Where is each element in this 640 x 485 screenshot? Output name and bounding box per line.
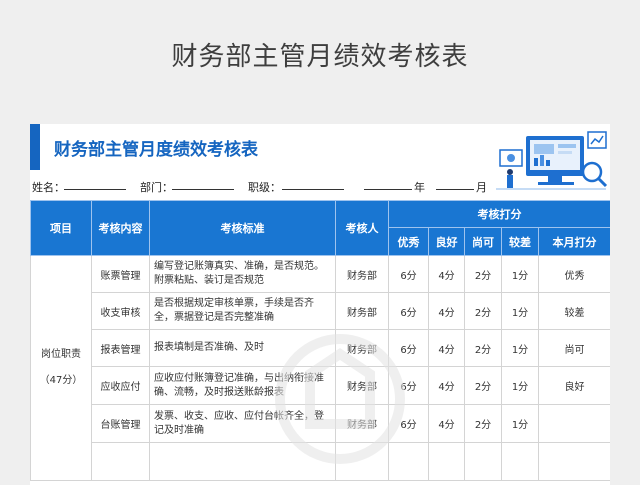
level-field[interactable] bbox=[282, 179, 344, 190]
content-cell: 应收应付 bbox=[91, 366, 150, 405]
header-standard: 考核标准 bbox=[149, 200, 336, 256]
fair-cell: 2分 bbox=[464, 255, 502, 293]
assessor-cell: 财务部 bbox=[335, 255, 389, 293]
good-cell bbox=[428, 442, 465, 481]
fair-cell: 2分 bbox=[464, 366, 502, 405]
table-row: 报表管理 报表填制是否准确、及时 财务部 6分 4分 2分 1分 尚可 bbox=[31, 329, 610, 367]
header-good: 良好 bbox=[428, 227, 465, 256]
fair-cell: 2分 bbox=[464, 292, 502, 330]
header-excellent: 优秀 bbox=[388, 227, 429, 256]
table-row: 岗位职责 （47分） 账票管理 编写登记账簿真实、准确，是否规范。附票粘贴、装订… bbox=[30, 255, 610, 481]
month-score-cell[interactable]: 尚可 bbox=[538, 329, 610, 367]
content-cell: 收支审核 bbox=[91, 292, 150, 330]
standard-cell: 是否根据规定审核单票，手续是否齐全，票据登记是否完整准确 bbox=[149, 292, 336, 330]
poor-cell: 1分 bbox=[501, 329, 539, 367]
name-field[interactable] bbox=[64, 179, 126, 190]
header-item: 项目 bbox=[30, 200, 92, 256]
header-fair: 尚可 bbox=[464, 227, 502, 256]
month-score-cell[interactable]: 较差 bbox=[538, 292, 610, 330]
excellent-cell: 6分 bbox=[388, 404, 429, 443]
content-cell bbox=[91, 442, 150, 481]
poor-cell bbox=[501, 442, 539, 481]
assessor-cell bbox=[335, 442, 389, 481]
table-row: 收支审核 是否根据规定审核单票，手续是否齐全，票据登记是否完整准确 财务部 6分… bbox=[31, 292, 610, 330]
year-label: 年 bbox=[414, 181, 425, 194]
excellent-cell bbox=[388, 442, 429, 481]
content-cell: 报表管理 bbox=[91, 329, 150, 367]
poor-cell: 1分 bbox=[501, 366, 539, 405]
year-field[interactable] bbox=[364, 179, 412, 190]
content-cell: 账票管理 bbox=[91, 255, 150, 293]
assessor-cell: 财务部 bbox=[335, 404, 389, 443]
content-cell: 台账管理 bbox=[91, 404, 150, 443]
category-points: （47分） bbox=[39, 375, 83, 386]
dept-label: 部门： bbox=[140, 181, 173, 194]
excellent-cell: 6分 bbox=[388, 255, 429, 293]
header-poor: 较差 bbox=[501, 227, 539, 256]
accent-bar bbox=[30, 124, 40, 170]
standard-cell: 发票、收支、应收、应付台帐齐全，登记及时准确 bbox=[149, 404, 336, 443]
level-label: 职级： bbox=[248, 181, 281, 194]
standard-cell: 报表填制是否准确、及时 bbox=[149, 329, 336, 367]
good-cell: 4分 bbox=[428, 329, 465, 367]
header-score: 考核打分 bbox=[388, 200, 610, 228]
header-month-score: 本月打分 bbox=[538, 227, 610, 256]
month-score-cell[interactable]: 优秀 bbox=[538, 255, 610, 293]
evaluation-table: 项目 考核内容 考核标准 考核人 考核打分 优秀 良好 尚可 较差 本月打分 岗… bbox=[30, 200, 610, 481]
good-cell: 4分 bbox=[428, 404, 465, 443]
fair-cell: 2分 bbox=[464, 329, 502, 367]
good-cell: 4分 bbox=[428, 255, 465, 293]
month-score-cell[interactable] bbox=[538, 442, 610, 481]
month-score-cell[interactable] bbox=[538, 404, 610, 443]
assessor-cell: 财务部 bbox=[335, 329, 389, 367]
excellent-cell: 6分 bbox=[388, 292, 429, 330]
page-title: 财务部主管月绩效考核表 bbox=[171, 42, 469, 72]
month-label: 月 bbox=[476, 181, 487, 194]
standard-cell: 应收应付账簿登记准确，与出纳衔接准确、流畅，及时报送账龄报表 bbox=[149, 366, 336, 405]
sheet-title: 财务部主管月度绩效考核表 bbox=[54, 140, 258, 160]
month-score-cell[interactable]: 良好 bbox=[538, 366, 610, 405]
excellent-cell: 6分 bbox=[388, 366, 429, 405]
good-cell: 4分 bbox=[428, 366, 465, 405]
assessor-cell: 财务部 bbox=[335, 366, 389, 405]
office-illustration-icon bbox=[496, 131, 608, 190]
month-field[interactable] bbox=[436, 179, 474, 190]
poor-cell: 1分 bbox=[501, 404, 539, 443]
category-name: 岗位职责 bbox=[41, 349, 81, 360]
employee-info-row: 姓名： 部门： 职级： 年 月 bbox=[30, 179, 490, 195]
name-label: 姓名： bbox=[32, 181, 65, 194]
table-row bbox=[31, 442, 610, 481]
assessor-cell: 财务部 bbox=[335, 292, 389, 330]
fair-cell: 2分 bbox=[464, 404, 502, 443]
poor-cell: 1分 bbox=[501, 255, 539, 293]
table-row: 应收应付 应收应付账簿登记准确，与出纳衔接准确、流畅，及时报送账龄报表 财务部 … bbox=[31, 366, 610, 405]
header-content: 考核内容 bbox=[91, 200, 150, 256]
header-assessor: 考核人 bbox=[335, 200, 389, 256]
excellent-cell: 6分 bbox=[388, 329, 429, 367]
standard-cell: 编写登记账簿真实、准确，是否规范。附票粘贴、装订是否规范 bbox=[149, 255, 336, 293]
fair-cell bbox=[464, 442, 502, 481]
table-row: 台账管理 发票、收支、应收、应付台帐齐全，登记及时准确 财务部 6分 4分 2分… bbox=[31, 404, 610, 443]
evaluation-sheet: 财务部主管月度绩效考核表 姓名： 部门： 职级： 年 月 项目 考核内容 考核标… bbox=[30, 124, 610, 485]
category-cell: 岗位职责 （47分） bbox=[30, 255, 92, 481]
poor-cell: 1分 bbox=[501, 292, 539, 330]
good-cell: 4分 bbox=[428, 292, 465, 330]
standard-cell bbox=[149, 442, 336, 481]
dept-field[interactable] bbox=[172, 179, 234, 190]
